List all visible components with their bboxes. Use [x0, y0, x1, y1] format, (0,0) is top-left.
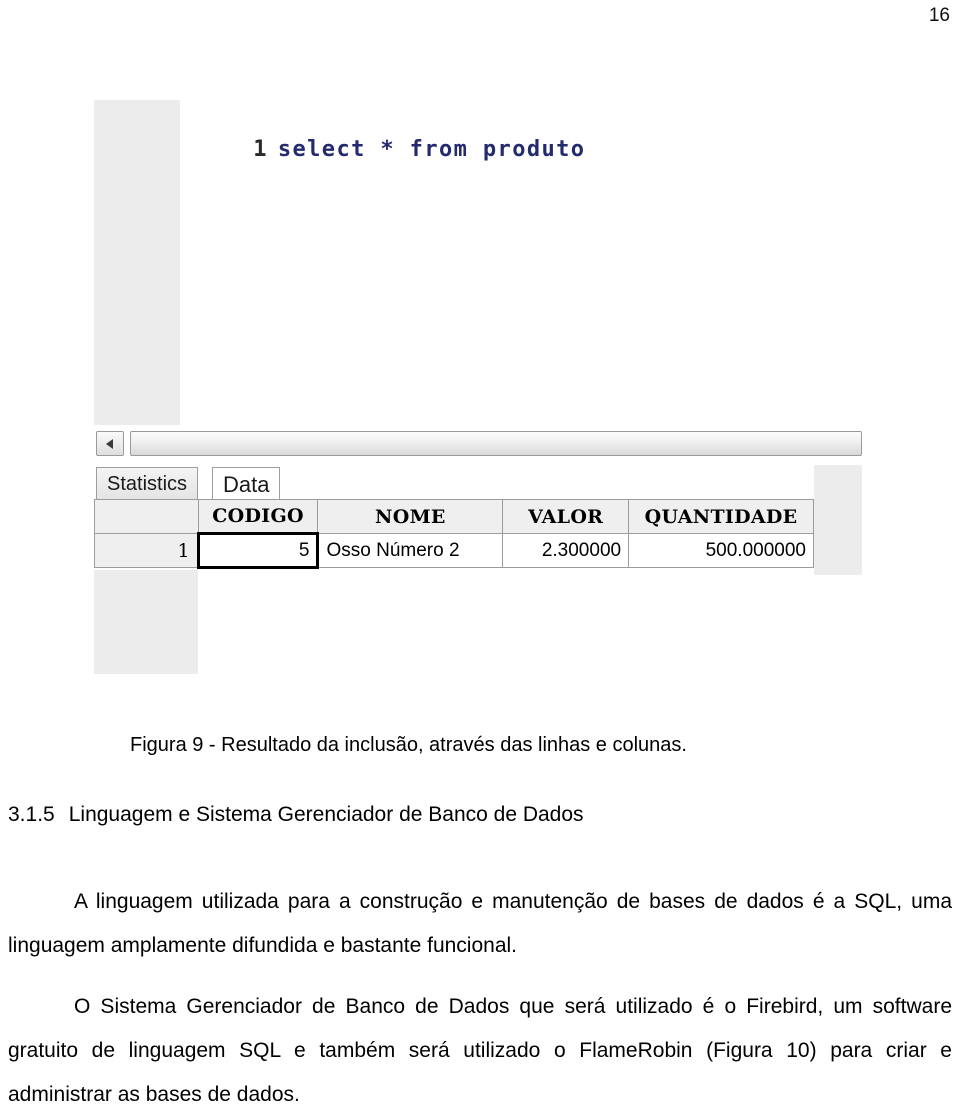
- scroll-left-button[interactable]: [96, 431, 124, 456]
- column-header-codigo[interactable]: CODIGO: [197, 499, 319, 534]
- horizontal-scrollbar[interactable]: [94, 430, 862, 458]
- paragraph-1-line-1: A linguagem utilizada para a construção …: [74, 890, 825, 913]
- tab-statistics[interactable]: Statistics: [96, 467, 199, 501]
- cell-quantidade[interactable]: 500.000000: [628, 533, 814, 568]
- cell-valor[interactable]: 2.300000: [502, 533, 630, 568]
- table-header-row: CODIGO NOME VALOR QUANTIDADE: [94, 499, 814, 534]
- result-table: CODIGO NOME VALOR QUANTIDADE 1 5 Osso Nú…: [94, 499, 814, 569]
- table-row[interactable]: 1 5 Osso Número 2 2.300000 500.000000: [94, 532, 814, 569]
- sql-line-number: 1: [253, 137, 268, 162]
- column-header-rownum: [94, 499, 199, 534]
- paragraph-2: O Sistema Gerenciador de Banco de Dados …: [8, 985, 952, 1117]
- row-number-cell: 1: [94, 533, 199, 568]
- results-tabstrip: Statistics Data: [94, 465, 862, 501]
- paragraph-2-line-1: O Sistema Gerenciador de Banco de Dados …: [74, 995, 824, 1018]
- column-header-nome[interactable]: NOME: [317, 499, 504, 534]
- column-header-quantidade[interactable]: QUANTIDADE: [628, 499, 814, 534]
- grid-rowheader-filler: [94, 570, 198, 674]
- result-data-grid[interactable]: CODIGO NOME VALOR QUANTIDADE 1 5 Osso Nú…: [94, 499, 814, 569]
- paragraph-1: A linguagem utilizada para a construção …: [8, 880, 952, 968]
- tab-data[interactable]: Data: [212, 467, 281, 501]
- sql-editor-pane[interactable]: 1 select * from produto: [94, 100, 862, 425]
- panel-right-filler: [814, 465, 862, 575]
- section-number: 3.1.5: [8, 803, 55, 826]
- figure-caption: Figura 9 - Resultado da inclusão, atravé…: [130, 734, 687, 756]
- sql-statement-text: select * from produto: [277, 137, 586, 162]
- column-header-valor[interactable]: VALOR: [502, 499, 630, 534]
- cell-nome[interactable]: Osso Número 2: [317, 533, 504, 568]
- page-number: 16: [928, 5, 950, 26]
- section-title: Linguagem e Sistema Gerenciador de Banco…: [68, 803, 584, 826]
- section-heading: 3.1.5 Linguagem e Sistema Gerenciador de …: [8, 800, 952, 830]
- triangle-left-icon: [106, 439, 113, 449]
- scrollbar-track[interactable]: [130, 431, 862, 456]
- figure-screenshot: 1 select * from produto Statistics Data: [94, 100, 862, 678]
- cell-codigo[interactable]: 5: [196, 532, 320, 569]
- sql-editor-line[interactable]: 1 select * from produto: [94, 112, 585, 162]
